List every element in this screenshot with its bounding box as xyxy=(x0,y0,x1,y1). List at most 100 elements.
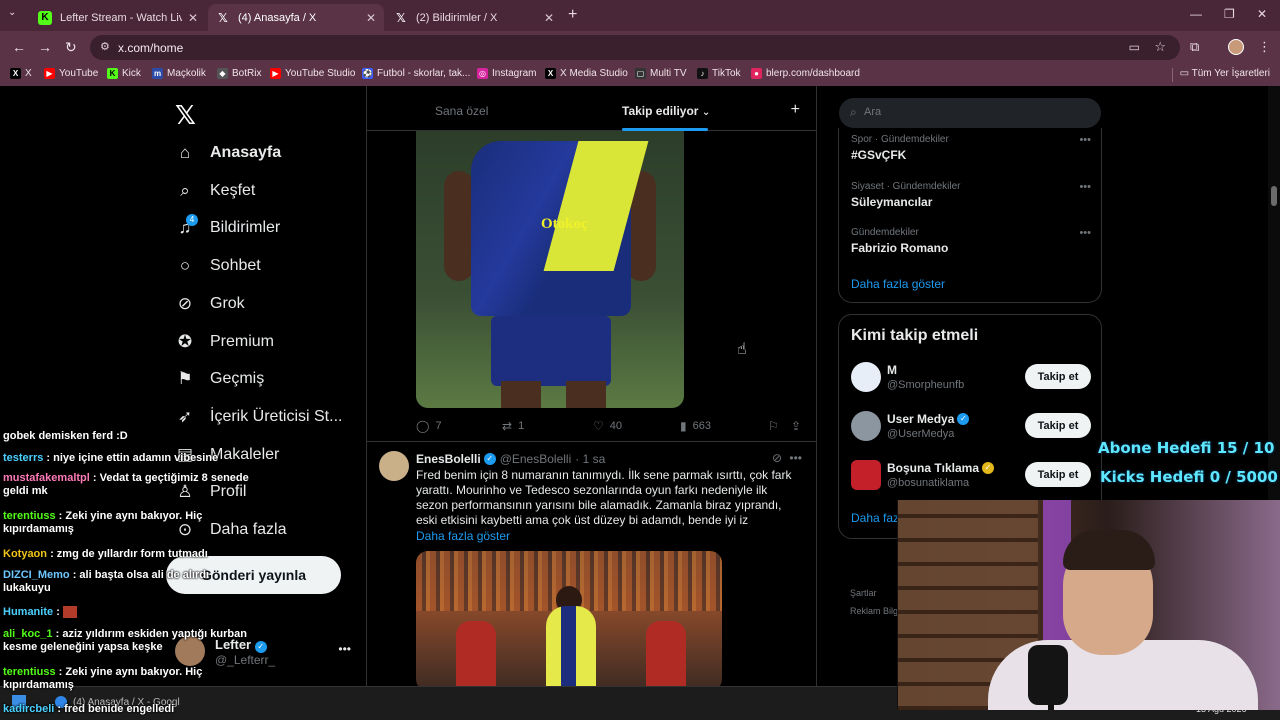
reply-button[interactable]: ◯ 7 xyxy=(416,419,442,433)
like-button[interactable]: ♡ 40 xyxy=(593,419,622,433)
sidebar-item-creator-studio[interactable]: ➶ İçerik Üreticisi St... xyxy=(175,402,343,432)
url-text: x.com/home xyxy=(118,41,184,55)
site-info-icon[interactable]: ⚙ xyxy=(100,40,110,53)
follow-button[interactable]: Takip et xyxy=(1025,364,1091,389)
bookmark-x-media-studio[interactable]: X X Media Studio xyxy=(545,68,628,79)
bookmark-multi-tv[interactable]: ▢ Multi TV xyxy=(635,68,687,79)
sidebar-item-grok[interactable]: ⊘ Grok xyxy=(175,289,245,319)
post-text: Fred benim için 8 numaranın tanımıydı. İ… xyxy=(416,468,792,527)
author-handle[interactable]: @EnesBolelli xyxy=(500,452,572,466)
post-image[interactable]: Otokoç xyxy=(416,131,684,408)
trend-item[interactable]: Siyaset · Gündemdekiler Süleymancılar ••… xyxy=(851,181,1091,209)
sidebar-item-label: Bildirimler xyxy=(210,219,281,236)
jersey: Otokoç xyxy=(471,141,649,316)
close-icon[interactable]: ✕ xyxy=(188,11,198,25)
window-close-icon[interactable]: ✕ xyxy=(1257,7,1267,21)
more-icon[interactable]: ••• xyxy=(338,642,351,656)
post[interactable]: EnesBolelli ✓ @EnesBolelli · 1 sa ⊘ ••• … xyxy=(367,441,816,686)
trend-item[interactable]: Gündemdekiler Fabrizio Romano ••• xyxy=(851,227,1091,255)
bookmark-mackolik[interactable]: m Maçkolik xyxy=(152,68,206,79)
follow-button[interactable]: Takip et xyxy=(1025,413,1091,438)
address-bar[interactable]: ⚙ x.com/home ▭ ☆ xyxy=(90,35,1180,60)
bookmark-botrix[interactable]: ◆ BotRix xyxy=(217,68,261,79)
bookmark-blerp[interactable]: ● blerp.com/dashboard xyxy=(751,68,860,79)
bookmark-label: BotRix xyxy=(232,68,262,79)
follow-button[interactable]: Takip et xyxy=(1025,462,1091,487)
show-more-link[interactable]: Daha fazla göster xyxy=(416,529,510,543)
views-button[interactable]: ▮ 663 xyxy=(680,419,711,433)
all-bookmarks[interactable]: ▭ Tüm Yer İşaretleri xyxy=(1180,68,1270,79)
bookmark-youtube-studio[interactable]: ▶ YouTube Studio xyxy=(270,68,355,79)
close-icon[interactable]: ✕ xyxy=(544,11,554,25)
x-logo-icon: X xyxy=(10,68,21,79)
footer-ads-link[interactable]: Reklam Bilgi xyxy=(850,602,900,620)
bookmark-button[interactable]: ⚐ xyxy=(768,419,785,433)
suggested-user[interactable]: Boşuna Tıklama ✓ @bosunatiklama Takip et xyxy=(851,457,1091,497)
sidebar-item-label: Anasayfa xyxy=(210,144,282,161)
bookmark-label: blerp.com/dashboard xyxy=(766,68,860,79)
extensions-icon[interactable]: ⧉ xyxy=(1190,39,1199,55)
author-name[interactable]: EnesBolelli xyxy=(416,452,481,466)
suggested-user[interactable]: M @Smorpheunfb Takip et xyxy=(851,359,1091,399)
bookmark-star-icon[interactable]: ☆ xyxy=(1154,39,1166,55)
show-more-link[interactable]: Daha fazla göster xyxy=(851,277,945,291)
x-logo-icon[interactable]: 𝕏 xyxy=(175,100,196,131)
sidebar-item-chat[interactable]: ○ Sohbet xyxy=(175,251,261,281)
more-icon[interactable]: ••• xyxy=(1079,181,1091,193)
bookmarks-divider xyxy=(1172,68,1173,82)
more-icon[interactable]: ••• xyxy=(1079,134,1091,146)
restore-icon[interactable]: ❐ xyxy=(1224,7,1235,21)
tab-following[interactable]: Takip ediliyor ⌄ xyxy=(622,104,710,118)
bookmark-tiktok[interactable]: ♪ TikTok xyxy=(697,68,741,79)
trend-title: Fabrizio Romano xyxy=(851,241,949,255)
new-tab-icon[interactable]: + xyxy=(568,6,577,24)
back-icon[interactable]: ← xyxy=(12,39,26,55)
avatar[interactable] xyxy=(379,451,409,481)
scrollbar-thumb[interactable] xyxy=(1271,186,1277,206)
cast-icon[interactable]: ▭ xyxy=(1129,40,1140,54)
chat-message: kadircbeli : fred benide engelledi xyxy=(3,703,175,715)
heart-icon: ♡ xyxy=(593,419,604,433)
bookmark-kick[interactable]: K Kick xyxy=(107,68,141,79)
more-icon[interactable]: ••• xyxy=(1079,227,1091,239)
post-image[interactable] xyxy=(416,551,722,686)
youtube-icon: ▶ xyxy=(44,68,55,79)
bookmark-instagram[interactable]: ◎ Instagram xyxy=(477,68,536,79)
menu-icon[interactable]: ⋮ xyxy=(1258,39,1271,55)
more-icon[interactable]: ••• xyxy=(789,451,802,465)
sidebar-item-label: Geçmiş xyxy=(210,370,265,387)
repost-button[interactable]: ⇄ 1 xyxy=(502,419,524,433)
tab-home-x[interactable]: 𝕏 (4) Anasayfa / X ✕ xyxy=(208,4,384,31)
footer-terms-link[interactable]: Şartlar xyxy=(850,584,900,602)
post-actions: ◯ 7 ⇄ 1 ♡ 40 ▮ 663 ⚐ ⇪ xyxy=(416,419,808,435)
reload-icon[interactable]: ↻ xyxy=(65,39,77,56)
minimize-icon[interactable]: — xyxy=(1190,7,1202,21)
show-more-link[interactable]: Daha faz xyxy=(851,511,899,525)
trend-item[interactable]: Spor · Gündemdekiler #GSvÇFK ••• xyxy=(851,134,1091,162)
suggested-user[interactable]: User Medya ✓ @UserMedya Takip et xyxy=(851,408,1091,448)
chat-message: Kotyaon : zmg de yıllardır form tutmadı xyxy=(3,548,208,560)
sidebar-item-bookmarks[interactable]: ⚑ Geçmiş xyxy=(175,364,264,394)
reply-count: 7 xyxy=(435,420,442,432)
profile-avatar[interactable] xyxy=(1228,39,1244,55)
tab-notifications-x[interactable]: 𝕏 (2) Bildirimler / X ✕ xyxy=(386,4,562,31)
youtube-icon: ▶ xyxy=(270,68,281,79)
bookmark-futbol[interactable]: ⚽ Futbol - skorlar, tak... xyxy=(362,68,470,79)
sidebar-item-premium[interactable]: ✪ Premium xyxy=(175,327,274,357)
sidebar-item-explore[interactable]: ⌕ Keşfet xyxy=(175,176,255,206)
mackolik-icon: m xyxy=(152,68,163,79)
search-input[interactable]: ⌕ Ara xyxy=(839,98,1101,128)
grok-icon[interactable]: ⊘ xyxy=(772,451,782,465)
bookmark-x[interactable]: XX xyxy=(10,68,32,79)
tab-search-icon[interactable]: ⌄ xyxy=(8,7,16,18)
player xyxy=(546,606,596,686)
sidebar-item-home[interactable]: ⌂ Anasayfa xyxy=(175,138,281,168)
chevron-down-icon: ⌄ xyxy=(701,107,711,118)
close-icon[interactable]: ✕ xyxy=(366,11,376,25)
tab-kick-stream[interactable]: K Lefter Stream - Watch Live on K ✕ xyxy=(30,4,206,31)
add-feed-icon[interactable]: + xyxy=(791,101,800,119)
forward-icon[interactable]: → xyxy=(38,39,52,55)
tab-for-you[interactable]: Sana özel xyxy=(435,104,488,118)
bookmark-youtube[interactable]: ▶ YouTube xyxy=(44,68,98,79)
share-button[interactable]: ⇪ xyxy=(791,419,807,433)
